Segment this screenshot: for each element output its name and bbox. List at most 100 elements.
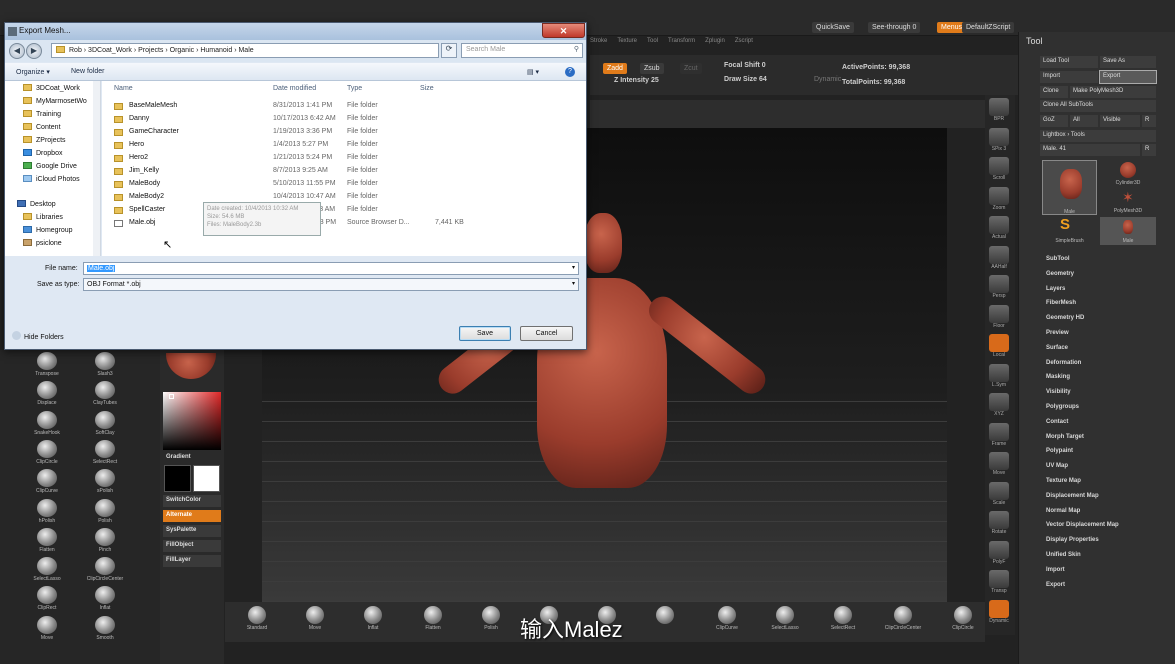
tool-zoom-button[interactable]: Zoom <box>985 186 1013 215</box>
view-options-icon[interactable]: ▤ ▾ <box>527 68 539 76</box>
goz-button[interactable]: GoZ <box>1040 115 1068 127</box>
shelf-brush-slot-7[interactable] <box>636 604 694 625</box>
goz-all-button[interactable]: All <box>1070 115 1098 127</box>
save-as-type-select[interactable]: OBJ Format *.obj ▾ <box>83 278 579 291</box>
z-intensity-slider[interactable]: Z Intensity 25 <box>614 77 659 84</box>
menu-zscript[interactable]: Zscript <box>735 38 753 50</box>
hide-folders-toggle[interactable]: Hide Folders <box>12 331 64 341</box>
draw-size-slider[interactable]: Draw Size 64 <box>724 76 767 83</box>
tool-section-polygroups[interactable]: Polygroups <box>1046 404 1079 410</box>
tool-section-displacement-map[interactable]: Displacement Map <box>1046 493 1099 499</box>
tool-bpr-button[interactable]: BPR <box>985 98 1013 126</box>
color-picker[interactable] <box>163 392 221 450</box>
column-header-size[interactable]: Size <box>420 85 434 92</box>
brush-inflat[interactable]: Inflat <box>85 586 125 611</box>
tool-spix-3-button[interactable]: SPix 3 <box>985 127 1013 156</box>
tool-frame-button[interactable]: Frame <box>985 422 1013 451</box>
organize-button[interactable]: Organize ▾ <box>16 68 50 76</box>
tool-section-contact[interactable]: Contact <box>1046 419 1068 425</box>
tool-aahalf-button[interactable]: AAHalf <box>985 245 1013 274</box>
tool-section-morph-target[interactable]: Morph Target <box>1046 434 1084 440</box>
help-icon[interactable]: ? <box>565 67 575 77</box>
tool-section-vector-displacement-map[interactable]: Vector Displacement Map <box>1046 522 1119 528</box>
nav-item-psiclone[interactable]: psiclone <box>23 239 62 247</box>
tool-section-visibility[interactable]: Visibility <box>1046 389 1071 395</box>
tool-section-preview[interactable]: Preview <box>1046 330 1069 336</box>
file-row[interactable]: GameCharacter 1/19/2013 3:36 PM File folde… <box>102 127 582 139</box>
current-tool-slider[interactable]: Male. 41 <box>1040 144 1140 156</box>
tool-section-geometry[interactable]: Geometry <box>1046 271 1074 277</box>
brush-selectrect[interactable]: SelectRect <box>85 439 125 465</box>
see-through-slider[interactable]: See-through 0 <box>868 22 921 33</box>
nav-item-dropbox[interactable]: Dropbox <box>23 149 62 157</box>
syspalette-button[interactable]: SysPalette <box>163 525 221 537</box>
brush-slash3[interactable]: Slash3 <box>85 352 125 377</box>
tool-section-layers[interactable]: Layers <box>1046 286 1065 292</box>
nav-item-desktop[interactable]: Desktop <box>17 200 56 208</box>
quicksave-button[interactable]: QuickSave <box>812 22 854 33</box>
file-row[interactable]: Hero 1/4/2013 5:27 PM File folder <box>102 140 582 152</box>
nav-item-marmoset[interactable]: MyMarmosetWo <box>23 97 87 105</box>
tool-actual-button[interactable]: Actual <box>985 216 1013 244</box>
menu-transform[interactable]: Transform <box>668 38 695 50</box>
clone-button[interactable]: Clone <box>1040 86 1068 98</box>
zadd-button[interactable]: Zadd <box>603 63 627 74</box>
tool-thumb-cylinder[interactable]: Cylinder3D <box>1100 160 1156 187</box>
zsub-button[interactable]: Zsub <box>640 63 664 74</box>
brush-smooth[interactable]: Smooth <box>85 615 125 641</box>
refresh-icon[interactable]: ⟳ <box>441 43 457 58</box>
tool-local-button[interactable]: Local <box>985 334 1013 362</box>
file-row[interactable]: Danny 10/17/2013 6:42 AM File folder <box>102 114 582 126</box>
tool-section-import[interactable]: Import <box>1046 567 1065 573</box>
nav-item-libraries[interactable]: Libraries <box>23 213 63 221</box>
save-as-button[interactable]: Save As <box>1100 56 1156 68</box>
tool-thumb-male[interactable]: Male <box>1042 160 1097 215</box>
menu-zplugin[interactable]: Zplugin <box>705 38 725 50</box>
tool-scroll-button[interactable]: Scroll <box>985 157 1013 185</box>
zcut-button[interactable]: Zcut <box>680 63 702 74</box>
tool-xyz-button[interactable]: XYZ <box>985 393 1013 421</box>
tool-thumb-male-2[interactable]: Male <box>1100 217 1156 245</box>
file-row[interactable]: MaleBody2 10/4/2013 10:47 AM File folder <box>102 192 582 204</box>
secondary-color-swatch[interactable] <box>193 465 220 492</box>
nav-item-icloud[interactable]: iCloud Photos <box>23 175 80 183</box>
brush-clipcurve[interactable]: ClipCurve <box>27 469 67 494</box>
brush-displace[interactable]: Displace <box>27 381 67 406</box>
file-row[interactable]: Hero2 1/21/2013 5:24 PM File folder <box>102 153 582 165</box>
current-tool-r-button[interactable]: R <box>1142 144 1156 156</box>
nav-item-3dcoat[interactable]: 3DCoat_Work <box>23 84 80 92</box>
brush-flatten[interactable]: Flatten <box>27 527 67 553</box>
brush-hpolish[interactable]: hPolish <box>27 498 67 524</box>
main-color-swatch[interactable] <box>164 465 191 492</box>
tool-thumb-polymesh[interactable]: ✶ PolyMesh3D <box>1100 188 1156 215</box>
file-row[interactable]: Male.obj10/25/2013 2:03 PMSource Browser… <box>102 218 582 230</box>
goz-r-button[interactable]: R <box>1142 115 1156 127</box>
tool-section-unified-skin[interactable]: Unified Skin <box>1046 552 1081 558</box>
tool-floor-button[interactable]: Floor <box>985 304 1013 333</box>
brush-snakehook[interactable]: SnakeHook <box>27 410 67 436</box>
tool-section-geometry-hd[interactable]: Geometry HD <box>1046 315 1084 321</box>
save-button[interactable]: Save <box>459 326 511 341</box>
tool-thumb-simplebrush[interactable]: S SimpleBrush <box>1042 217 1097 245</box>
export-button[interactable]: Export <box>1099 70 1157 84</box>
brush-selectlasso[interactable]: SelectLasso <box>27 557 67 582</box>
switch-color-button[interactable]: SwitchColor <box>163 495 221 507</box>
tool-section-texture-map[interactable]: Texture Map <box>1046 478 1081 484</box>
fill-object-button[interactable]: FillObject <box>163 540 221 552</box>
tool-section-polypaint[interactable]: Polypaint <box>1046 448 1073 454</box>
nav-item-zprojects[interactable]: ZProjects <box>23 136 66 144</box>
brush-polish[interactable]: Polish <box>85 498 125 524</box>
tool-section-masking[interactable]: Masking <box>1046 374 1070 380</box>
brush-pinch[interactable]: Pinch <box>85 527 125 553</box>
shelf-brush-flatten[interactable]: Flatten <box>404 604 462 631</box>
file-name-field[interactable]: Male.obj ▾ <box>83 262 579 275</box>
lightbox-tools-button[interactable]: Lightbox › Tools <box>1040 130 1156 142</box>
nav-item-google-drive[interactable]: Google Drive <box>23 162 77 170</box>
shelf-brush-polish[interactable]: Polish <box>462 604 520 631</box>
brush-clipcirclecenter[interactable]: ClipCircleCenter <box>85 557 125 582</box>
tool-move-button[interactable]: Move <box>985 452 1013 480</box>
tool-section-subtool[interactable]: SubTool <box>1046 256 1070 262</box>
tool-section-deformation[interactable]: Deformation <box>1046 360 1081 366</box>
dynamic-toggle[interactable]: Dynamic <box>814 76 841 83</box>
shelf-brush-clipcirclecenter[interactable]: ClipCircleCenter <box>874 604 932 631</box>
